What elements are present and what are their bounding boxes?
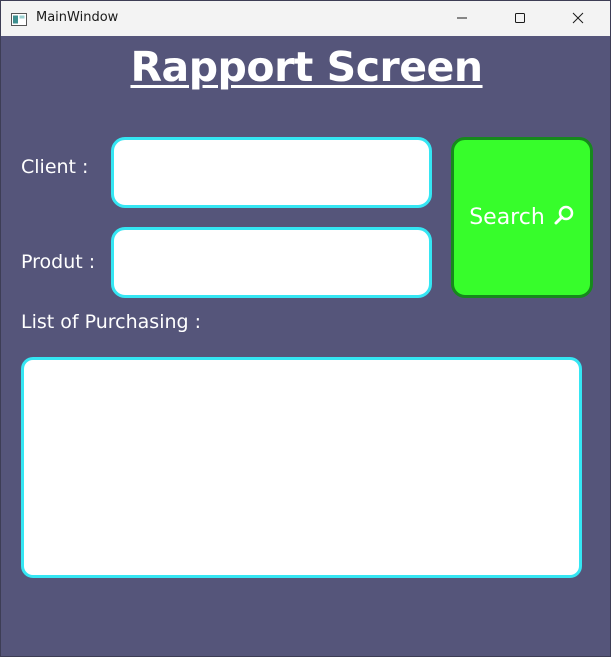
- maximize-button[interactable]: [497, 1, 543, 36]
- purchasing-list-label: List of Purchasing :: [21, 311, 202, 333]
- produt-input[interactable]: [111, 227, 432, 298]
- window-app-icon: [11, 11, 27, 26]
- search-icon: [553, 204, 575, 232]
- close-icon: [572, 9, 584, 28]
- search-button[interactable]: Search: [451, 137, 593, 298]
- produt-label: Produt :: [21, 251, 96, 273]
- window-title: MainWindow: [36, 10, 119, 25]
- title-bar[interactable]: MainWindow: [1, 1, 610, 36]
- close-button[interactable]: [555, 1, 601, 36]
- client-input[interactable]: [111, 137, 432, 208]
- search-button-label: Search: [469, 205, 545, 230]
- maximize-icon: [514, 9, 526, 28]
- purchasing-list[interactable]: [21, 357, 582, 578]
- client-label: Client :: [21, 156, 89, 178]
- main-window: MainWindow Rapport Screen Client : Produ…: [0, 0, 611, 657]
- minimize-button[interactable]: [439, 1, 485, 36]
- page-title: Rapport Screen: [130, 43, 483, 91]
- minimize-icon: [456, 9, 468, 28]
